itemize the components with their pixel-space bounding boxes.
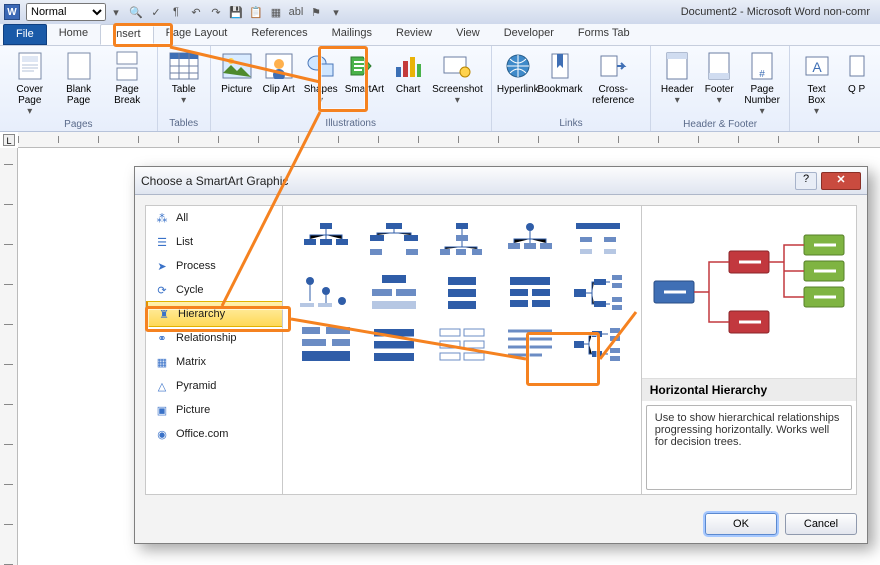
preview-panel: Horizontal Hierarchy Use to show hierarc… (642, 205, 857, 495)
cat-relationship[interactable]: ⚭Relationship (146, 326, 282, 350)
thumb-6[interactable] (295, 270, 357, 316)
cat-office[interactable]: ◉Office.com (146, 422, 282, 446)
thumb-15[interactable] (567, 322, 629, 368)
matrix-icon: ▦ (154, 354, 170, 370)
thumb-10[interactable] (567, 270, 629, 316)
pyramid-icon: △ (154, 378, 170, 394)
thumb-9[interactable] (499, 270, 561, 316)
preview-image (642, 206, 856, 378)
process-icon: ➤ (154, 258, 170, 274)
thumb-2[interactable] (363, 218, 425, 264)
category-list: ⁂All ☰List ➤Process ⟳Cycle ♜Hierarchy ⚭R… (145, 205, 283, 495)
dialog-titlebar: Choose a SmartArt Graphic ? ✕ (135, 167, 867, 195)
cat-matrix[interactable]: ▦Matrix (146, 350, 282, 374)
thumb-1[interactable] (295, 218, 357, 264)
cat-list[interactable]: ☰List (146, 230, 282, 254)
picture-cat-icon: ▣ (154, 402, 170, 418)
ok-button[interactable]: OK (705, 513, 777, 535)
gallery (283, 205, 642, 495)
preview-description: Use to show hierarchical relationships p… (646, 405, 852, 490)
thumb-11[interactable] (295, 322, 357, 368)
close-button[interactable]: ✕ (821, 172, 861, 190)
thumb-5[interactable] (567, 218, 629, 264)
cat-all[interactable]: ⁂All (146, 206, 282, 230)
cat-process[interactable]: ➤Process (146, 254, 282, 278)
cat-cycle[interactable]: ⟳Cycle (146, 278, 282, 302)
office-icon: ◉ (154, 426, 170, 442)
cycle-icon: ⟳ (154, 282, 170, 298)
help-button[interactable]: ? (795, 172, 817, 190)
hierarchy-icon: ♜ (156, 306, 172, 322)
thumb-13[interactable] (431, 322, 493, 368)
dialog-title: Choose a SmartArt Graphic (141, 174, 795, 188)
thumb-3[interactable] (431, 218, 493, 264)
cancel-button[interactable]: Cancel (785, 513, 857, 535)
all-icon: ⁂ (154, 210, 170, 226)
thumb-12[interactable] (363, 322, 425, 368)
relationship-icon: ⚭ (154, 330, 170, 346)
thumb-4[interactable] (499, 218, 561, 264)
smartart-dialog: Choose a SmartArt Graphic ? ✕ ⁂All ☰List… (134, 166, 868, 544)
cat-picture[interactable]: ▣Picture (146, 398, 282, 422)
dialog-overlay: Choose a SmartArt Graphic ? ✕ ⁂All ☰List… (0, 0, 880, 565)
preview-title: Horizontal Hierarchy (642, 378, 856, 401)
thumb-14[interactable] (499, 322, 561, 368)
thumb-7[interactable] (363, 270, 425, 316)
thumb-8[interactable] (431, 270, 493, 316)
list-icon: ☰ (154, 234, 170, 250)
cat-pyramid[interactable]: △Pyramid (146, 374, 282, 398)
cat-hierarchy[interactable]: ♜Hierarchy (145, 301, 283, 327)
dialog-buttons: OK Cancel (135, 505, 867, 543)
